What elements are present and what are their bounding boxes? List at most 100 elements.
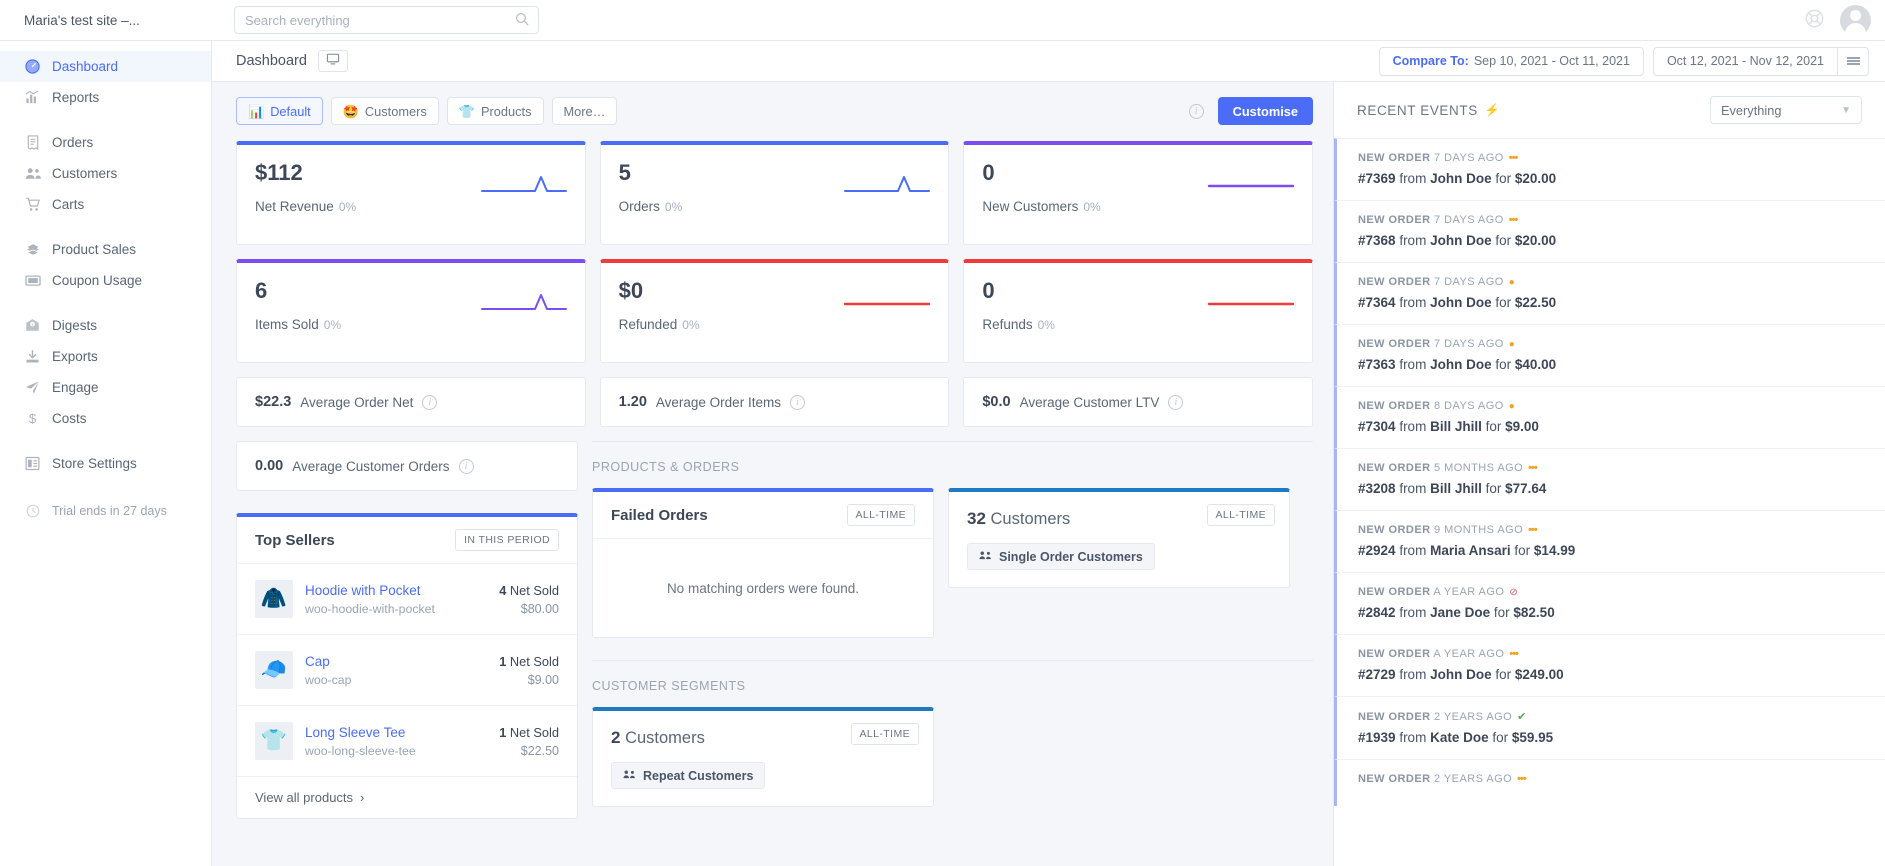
- kpi-card-new-customers[interactable]: 0 New Customers 0%: [963, 141, 1313, 245]
- compare-range-value: Sep 10, 2021 - Oct 11, 2021: [1473, 54, 1630, 68]
- search-input[interactable]: [235, 12, 538, 28]
- repeat-customers-button[interactable]: Repeat Customers: [611, 762, 766, 789]
- product-name-link[interactable]: Hoodie with Pocket: [305, 583, 487, 598]
- customise-button[interactable]: Customise: [1217, 97, 1313, 125]
- product-name-link[interactable]: Long Sleeve Tee: [305, 725, 487, 740]
- event-meta: NEW ORDER A YEAR AGO ⊘: [1358, 586, 1862, 598]
- kpi-delta: 0%: [1037, 318, 1055, 332]
- avg-label: Average Customer Orders: [292, 458, 450, 474]
- sidebar-item-coupon-usage[interactable]: Coupon Usage: [0, 265, 211, 296]
- event-time: A YEAR AGO: [1433, 648, 1505, 660]
- trial-notice: Trial ends in 27 days: [0, 495, 211, 526]
- single-order-customers-tag[interactable]: ALL-TIME: [1206, 504, 1275, 526]
- event-kind: NEW ORDER: [1358, 338, 1431, 350]
- sidebar-item-engage[interactable]: Engage: [0, 372, 211, 403]
- dashboard-page: Maria's test site –... Dashboard Reports O…: [0, 0, 1885, 866]
- info-icon[interactable]: i: [458, 458, 474, 474]
- sidebar-item-exports[interactable]: Exports: [0, 341, 211, 372]
- event-description: #2924 from Maria Ansari for $14.99: [1358, 543, 1862, 558]
- compare-range-button[interactable]: Compare To: Sep 10, 2021 - Oct 11, 2021: [1378, 46, 1644, 76]
- tab-list: 📊 Default 🤩 Customers 👕 Products More…: [236, 97, 625, 125]
- count-noun: Customers: [625, 729, 705, 747]
- kpi-card-items-sold[interactable]: 6 Items Sold 0%: [236, 259, 586, 363]
- product-name-link[interactable]: Cap: [305, 654, 487, 669]
- failed-orders-tag[interactable]: ALL-TIME: [846, 504, 915, 526]
- repeat-customers-panel: ALL-TIME 2 Customers Repeat Customers: [592, 707, 934, 807]
- recent-event-item[interactable]: NEW ORDER 7 DAYS AGO ● #7363 from John Doe…: [1334, 324, 1885, 386]
- monitor-icon: [326, 52, 340, 71]
- single-order-customers-button[interactable]: Single Order Customers: [967, 543, 1155, 570]
- recent-event-item[interactable]: NEW ORDER A YEAR AGO ⊘ #2842 from Jane Doe…: [1334, 572, 1885, 634]
- sidebar-item-dashboard[interactable]: Dashboard: [0, 51, 211, 82]
- avatar[interactable]: [1840, 5, 1871, 36]
- star-face-emoji: 🤩: [342, 103, 359, 119]
- sidebar-item-store-settings[interactable]: Store Settings: [0, 448, 211, 479]
- tab-default[interactable]: 📊 Default: [236, 97, 323, 125]
- event-description: #7364 from John Doe for $22.50: [1358, 295, 1862, 310]
- recent-event-item[interactable]: NEW ORDER 9 MONTHS AGO ••• #2924 from Mari…: [1334, 510, 1885, 572]
- event-kind: NEW ORDER: [1358, 276, 1431, 288]
- event-time: 2 YEARS AGO: [1434, 711, 1513, 723]
- kpi-sparkline: [1207, 291, 1295, 322]
- recent-event-item[interactable]: NEW ORDER 7 DAYS AGO ••• #7368 from John D…: [1334, 200, 1885, 262]
- event-from-word: from: [1399, 605, 1427, 620]
- kpi-card-net-revenue[interactable]: $112 Net Revenue 0%: [236, 141, 586, 245]
- sidebar-item-reports[interactable]: Reports: [0, 82, 211, 113]
- event-time: 7 DAYS AGO: [1434, 338, 1504, 350]
- lifebuoy-icon[interactable]: [1805, 9, 1824, 33]
- repeat-customers-tag[interactable]: ALL-TIME: [850, 723, 919, 745]
- event-kind: NEW ORDER: [1358, 214, 1431, 226]
- info-icon[interactable]: i: [422, 394, 438, 410]
- sidebar-divider: [0, 220, 211, 234]
- recent-events-title: RECENT EVENTS: [1357, 102, 1478, 118]
- recent-event-item[interactable]: NEW ORDER 7 DAYS AGO ● #7364 from John Doe…: [1334, 262, 1885, 324]
- avg-value: $0.0: [982, 394, 1011, 410]
- tab-customers[interactable]: 🤩 Customers: [330, 97, 439, 125]
- sidebar-item-carts[interactable]: Carts: [0, 189, 211, 220]
- count-noun: Customers: [990, 510, 1071, 528]
- section-customer-segments: CUSTOMER SEGMENTS: [592, 660, 1313, 693]
- event-customer: John Doe: [1430, 667, 1492, 682]
- product-info: Hoodie with Pocket woo-hoodie-with-pocket: [305, 583, 487, 616]
- top-seller-row[interactable]: 👕 Long Sleeve Tee woo-long-sleeve-tee 1 Net…: [237, 706, 577, 777]
- sidebar-item-product-sales[interactable]: Product Sales: [0, 234, 211, 265]
- kpi-label: Net Revenue: [255, 199, 334, 214]
- info-icon[interactable]: i: [1168, 394, 1184, 410]
- average-customer-orders-card: 0.00 Average Customer Orders i: [236, 441, 578, 491]
- tab-label: Default: [270, 103, 311, 119]
- single-order-customers-button-label: Single Order Customers: [999, 549, 1143, 564]
- kpi-card-orders[interactable]: 5 Orders 0%: [599, 141, 950, 245]
- recent-event-item[interactable]: NEW ORDER A YEAR AGO ••• #2729 from John D…: [1334, 634, 1885, 696]
- kpi-card-refunds[interactable]: 0 Refunds 0%: [963, 259, 1313, 363]
- recent-event-item[interactable]: NEW ORDER 2 YEARS AGO ✔ #1939 from Kate Do…: [1334, 696, 1885, 759]
- top-sellers-period-tag[interactable]: IN THIS PERIOD: [455, 529, 559, 551]
- event-customer: Kate Doe: [1430, 730, 1489, 745]
- status-pending-icon: ●: [1508, 339, 1516, 350]
- users-icon: [24, 167, 41, 180]
- product-sku: woo-cap: [305, 672, 352, 687]
- recent-event-item[interactable]: NEW ORDER 8 DAYS AGO ● #7304 from Bill Jhi…: [1334, 386, 1885, 448]
- sidebar-item-costs[interactable]: $ Costs: [0, 403, 211, 434]
- screen-options-button[interactable]: [317, 50, 348, 72]
- sidebar-item-customers[interactable]: Customers: [0, 158, 211, 189]
- kpi-card-refunded[interactable]: $0 Refunded 0%: [599, 259, 950, 363]
- sliders-icon: [24, 456, 41, 471]
- recent-event-item[interactable]: NEW ORDER 5 MONTHS AGO ••• #3208 from Bill…: [1334, 448, 1885, 510]
- date-range-button[interactable]: Oct 12, 2021 - Nov 12, 2021: [1652, 46, 1838, 76]
- recent-event-item[interactable]: NEW ORDER 2 YEARS AGO •••: [1334, 759, 1885, 806]
- tab-products[interactable]: 👕 Products: [446, 97, 544, 125]
- sidebar-item-digests[interactable]: $ Digests: [0, 310, 211, 341]
- view-all-products-label: View all products: [255, 790, 354, 805]
- tab-more[interactable]: More…: [551, 97, 618, 125]
- event-meta: NEW ORDER 7 DAYS AGO •••: [1358, 214, 1862, 226]
- top-seller-row[interactable]: 🧥 Hoodie with Pocket woo-hoodie-with-pocke…: [237, 564, 577, 635]
- info-icon[interactable]: i: [1188, 103, 1204, 119]
- search-box[interactable]: [234, 6, 539, 34]
- top-seller-row[interactable]: 🧢 Cap woo-cap 1 Net Sold $9.00: [237, 635, 577, 706]
- info-icon[interactable]: i: [789, 394, 805, 410]
- sidebar-item-orders[interactable]: Orders: [0, 127, 211, 158]
- recent-event-item[interactable]: NEW ORDER 7 DAYS AGO ••• #7369 from John D…: [1334, 138, 1885, 200]
- events-filter-select[interactable]: Everything ▼: [1710, 96, 1862, 124]
- view-all-products-link[interactable]: View all products ›: [237, 777, 577, 818]
- hamburger-icon[interactable]: [1838, 46, 1869, 76]
